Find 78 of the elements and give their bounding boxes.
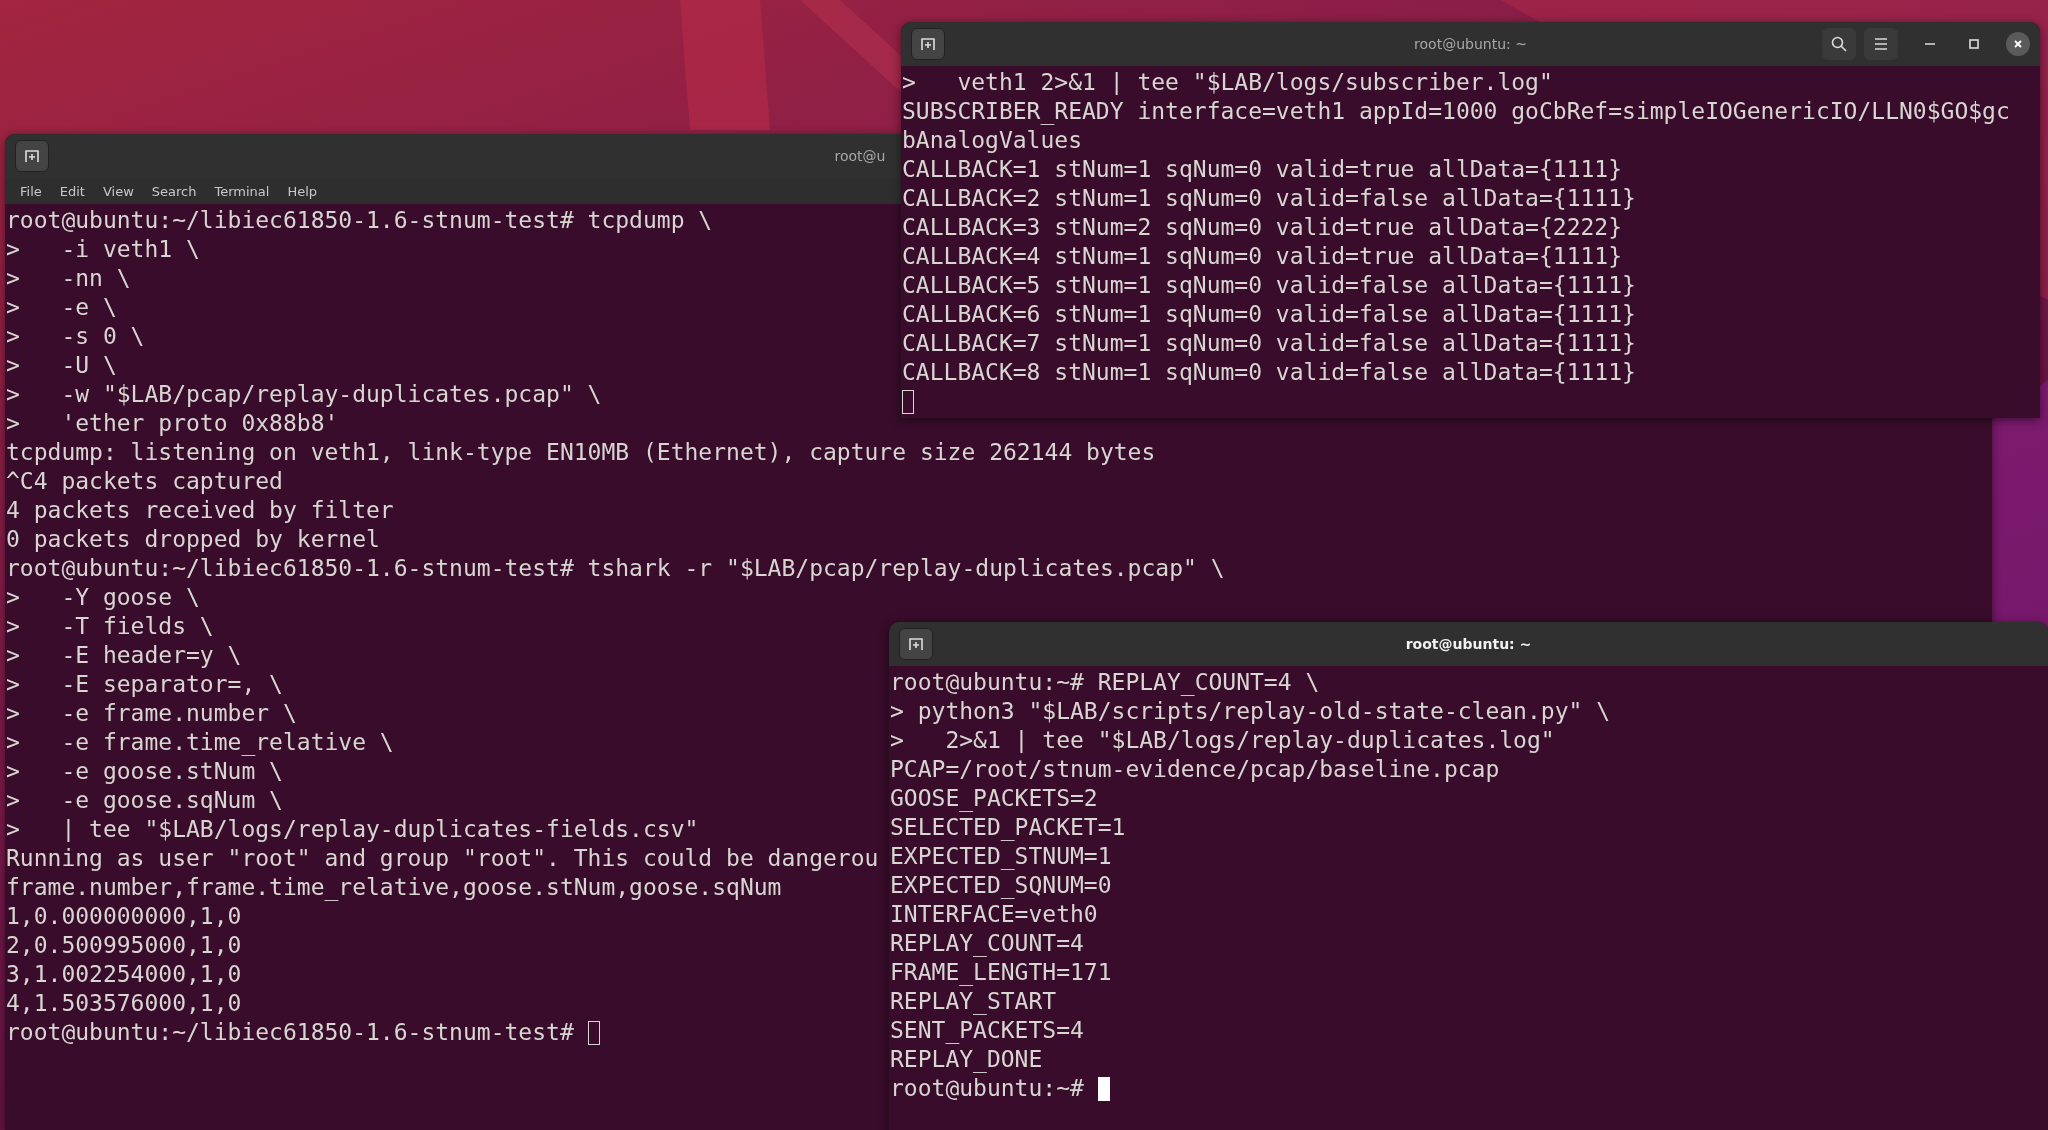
terminal-line: ^C4 packets captured	[6, 467, 283, 496]
terminal-line: > 'ether proto 0x88b8'	[6, 409, 339, 438]
terminal-line: 0 packets dropped by kernel	[6, 525, 380, 554]
terminal-line: root@ubuntu:~/libiec61850-1.6-stnum-test# tshark -r "$LAB/pcap/replay-duplicates.pcap" \	[6, 554, 1225, 583]
terminal-line: > -U \	[6, 351, 117, 380]
window-title: root@u	[834, 148, 886, 164]
terminal-line: 4 packets received by filter	[6, 496, 394, 525]
terminal-line: bAnalogValues	[902, 126, 1082, 155]
terminal-line: SELECTED_PACKET=1	[890, 813, 1126, 842]
terminal-line: CALLBACK=6 stNum=1 sqNum=0 valid=false allData={1111}	[902, 300, 1636, 329]
maximize-icon	[1968, 38, 1980, 50]
menu-item[interactable]: Help	[280, 181, 325, 201]
terminal-line: > -nn \	[6, 264, 131, 293]
menu-item[interactable]: Edit	[52, 181, 92, 201]
terminal-line: > -e goose.sqNum \	[6, 786, 283, 815]
terminal-line: > python3 "$LAB/scripts/replay-old-state-clean.py" \	[890, 697, 1611, 726]
close-icon	[2012, 38, 2024, 50]
terminal-line: frame.number,frame.time_relative,goose.stNum,goose.sqNum	[6, 873, 782, 902]
new-tab-icon	[24, 148, 40, 164]
terminal-prompt: root@ubuntu:~/libiec61850-1.6-stnum-test#	[6, 1018, 575, 1047]
terminal-line: > -e \	[6, 293, 117, 322]
terminal-line: REPLAY_COUNT=4	[890, 929, 1084, 958]
menu-item[interactable]: Terminal	[207, 181, 277, 201]
terminal-line: EXPECTED_SQNUM=0	[890, 871, 1112, 900]
search-icon	[1830, 35, 1848, 53]
menu-item[interactable]: View	[95, 181, 141, 201]
window-title: root@ubuntu: ~	[1414, 36, 1527, 52]
terminal-line: SUBSCRIBER_READY interface=veth1 appId=1000 goCbRef=simpleIOGenericIO/LLN0$GO$gc	[902, 97, 2010, 126]
terminal-line: 3,1.002254000,1,0	[6, 960, 242, 989]
terminal-line: CALLBACK=7 stNum=1 sqNum=0 valid=false allData={1111}	[902, 329, 1636, 358]
terminal-line: GOOSE_PACKETS=2	[890, 784, 1098, 813]
terminal-line: tcpdump: listening on veth1, link-type EN10MB (Ethernet), capture size 262144 bytes	[6, 438, 1156, 467]
terminal-line: > -Y goose \	[6, 583, 200, 612]
terminal-line: CALLBACK=4 stNum=1 sqNum=0 valid=true allData={1111}	[902, 242, 1623, 271]
terminal-line: REPLAY_START	[890, 987, 1057, 1016]
new-tab-button[interactable]	[911, 28, 945, 60]
menu-icon	[1872, 35, 1890, 53]
menu-item[interactable]: Search	[144, 181, 204, 201]
terminal-line: FRAME_LENGTH=171	[890, 958, 1112, 987]
terminal-line: root@ubuntu:~# REPLAY_COUNT=4 \	[890, 668, 1320, 697]
terminal-line: SENT_PACKETS=4	[890, 1016, 1084, 1045]
window-title: root@ubuntu: ~	[1405, 636, 1532, 652]
terminal-line: > -i veth1 \	[6, 235, 200, 264]
new-tab-icon	[908, 636, 924, 652]
terminal-line: INTERFACE=veth0	[890, 900, 1098, 929]
terminal-line: > 2>&1 | tee "$LAB/logs/replay-duplicates.log"	[890, 726, 1555, 755]
terminal-line: CALLBACK=5 stNum=1 sqNum=0 valid=false allData={1111}	[902, 271, 1636, 300]
terminal-line: > -w "$LAB/pcap/replay-duplicates.pcap" \	[6, 380, 602, 409]
terminal-line: 2,0.500995000,1,0	[6, 931, 242, 960]
search-button[interactable]	[1822, 28, 1856, 60]
terminal-line: CALLBACK=3 stNum=2 sqNum=0 valid=true allData={2222}	[902, 213, 1623, 242]
menu-item[interactable]: File	[13, 181, 49, 201]
terminal-line: CALLBACK=2 stNum=1 sqNum=0 valid=false allData={1111}	[902, 184, 1636, 213]
new-tab-button[interactable]	[899, 628, 933, 660]
terminal-line: > -e goose.stNum \	[6, 757, 283, 786]
terminal-line: > | tee "$LAB/logs/replay-duplicates-fields.csv"	[6, 815, 699, 844]
terminal-line: > -T fields \	[6, 612, 214, 641]
terminal-line: > -e frame.number \	[6, 699, 297, 728]
terminal-line: root@ubuntu:~/libiec61850-1.6-stnum-test# tcpdump \	[6, 206, 713, 235]
menu-button[interactable]	[1864, 28, 1898, 60]
close-button[interactable]	[2006, 32, 2030, 56]
minimize-icon	[1925, 43, 1935, 45]
terminal-line: > veth1 2>&1 | tee "$LAB/logs/subscriber.log"	[902, 68, 1553, 97]
terminal-line: CALLBACK=8 stNum=1 sqNum=0 valid=false allData={1111}	[902, 358, 1636, 387]
new-tab-button[interactable]	[15, 140, 49, 172]
terminal-line: Running as user "root" and group "root". This could be dangerou	[6, 844, 879, 873]
terminal-line: 4,1.503576000,1,0	[6, 989, 242, 1018]
new-tab-icon	[920, 36, 936, 52]
terminal-line: > -E header=y \	[6, 641, 242, 670]
terminal-line: > -E separator=, \	[6, 670, 283, 699]
terminal-line: > -e frame.time_relative \	[6, 728, 394, 757]
terminal-line: CALLBACK=1 stNum=1 sqNum=0 valid=true allData={1111}	[902, 155, 1623, 184]
terminal-line: REPLAY_DONE	[890, 1045, 1043, 1074]
terminal-prompt: root@ubuntu:~#	[890, 1074, 1085, 1103]
terminal-line: EXPECTED_STNUM=1	[890, 842, 1112, 871]
terminal-line: PCAP=/root/stnum-evidence/pcap/baseline.pcap	[890, 755, 1500, 784]
terminal-line: > -s 0 \	[6, 322, 145, 351]
terminal-line: 1,0.000000000,1,0	[6, 902, 242, 931]
